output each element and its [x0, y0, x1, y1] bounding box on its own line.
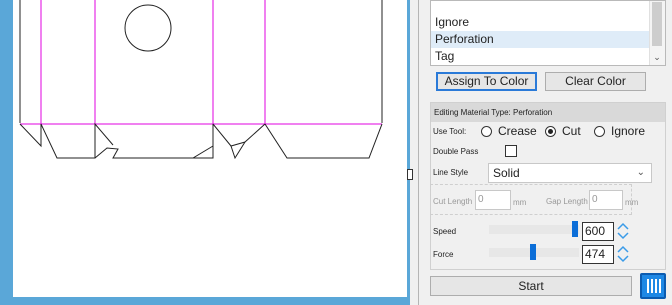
- list-item-tag[interactable]: Tag: [431, 48, 651, 65]
- gap-length-unit: mm: [625, 198, 639, 207]
- speed-slider-track[interactable]: [489, 225, 579, 234]
- gap-length-label: Gap Length: [546, 197, 588, 206]
- crease-radio[interactable]: [481, 126, 492, 137]
- force-slider-thumb[interactable]: [530, 244, 536, 260]
- use-tool-label: Use Tool:: [433, 127, 467, 136]
- dieline-drawing: [19, 0, 383, 160]
- line-style-label: Line Style: [433, 168, 469, 177]
- list-item-perforation[interactable]: Perforation: [431, 31, 651, 48]
- speed-slider-thumb[interactable]: [572, 221, 578, 237]
- line-style-value: Solid: [493, 166, 520, 180]
- speed-input[interactable]: 600: [582, 222, 614, 241]
- clear-color-button[interactable]: Clear Color: [545, 72, 646, 91]
- ignore-option-label[interactable]: Ignore: [611, 124, 645, 138]
- design-canvas[interactable]: [13, 0, 413, 297]
- scrollbar-thumb[interactable]: [652, 2, 662, 46]
- force-stepper-icon[interactable]: [616, 244, 630, 264]
- crease-option-label[interactable]: Crease: [498, 124, 537, 138]
- line-style-select[interactable]: Solid ⌄: [488, 163, 652, 183]
- speed-stepper-icon[interactable]: [616, 221, 630, 241]
- crease-lines: [20, 0, 382, 125]
- ignore-radio[interactable]: [594, 126, 605, 137]
- material-type-list[interactable]: Ignore Perforation Tag ⌄: [430, 0, 666, 66]
- cut-length-input[interactable]: 0: [475, 190, 511, 210]
- double-pass-label: Double Pass: [433, 147, 479, 156]
- list-scrollbar[interactable]: ⌄: [649, 1, 665, 65]
- columns-icon[interactable]: [640, 273, 666, 299]
- cut-lines: [19, 0, 383, 160]
- canvas-frame: [0, 0, 413, 305]
- editing-header: Editing Material Type: Perforation: [431, 103, 665, 122]
- force-label: Force: [433, 250, 454, 259]
- chevron-down-icon[interactable]: ⌄: [652, 51, 662, 63]
- cut-option-label[interactable]: Cut: [562, 124, 581, 138]
- gap-length-input[interactable]: 0: [589, 190, 623, 210]
- assign-to-color-button[interactable]: Assign To Color: [436, 72, 537, 91]
- properties-panel: Ignore Perforation Tag ⌄ Assign To Color…: [418, 0, 668, 305]
- cut-length-unit: mm: [513, 198, 527, 207]
- double-pass-checkbox[interactable]: [505, 145, 517, 157]
- chevron-down-icon: ⌄: [636, 167, 645, 178]
- start-button[interactable]: Start: [430, 276, 632, 296]
- cut-radio[interactable]: [545, 126, 556, 137]
- list-item-ignore[interactable]: Ignore: [431, 14, 651, 31]
- resize-handle[interactable]: [407, 169, 413, 180]
- speed-label: Speed: [433, 227, 457, 236]
- cut-length-label: Cut Length: [433, 197, 473, 206]
- force-input[interactable]: 474: [582, 245, 614, 264]
